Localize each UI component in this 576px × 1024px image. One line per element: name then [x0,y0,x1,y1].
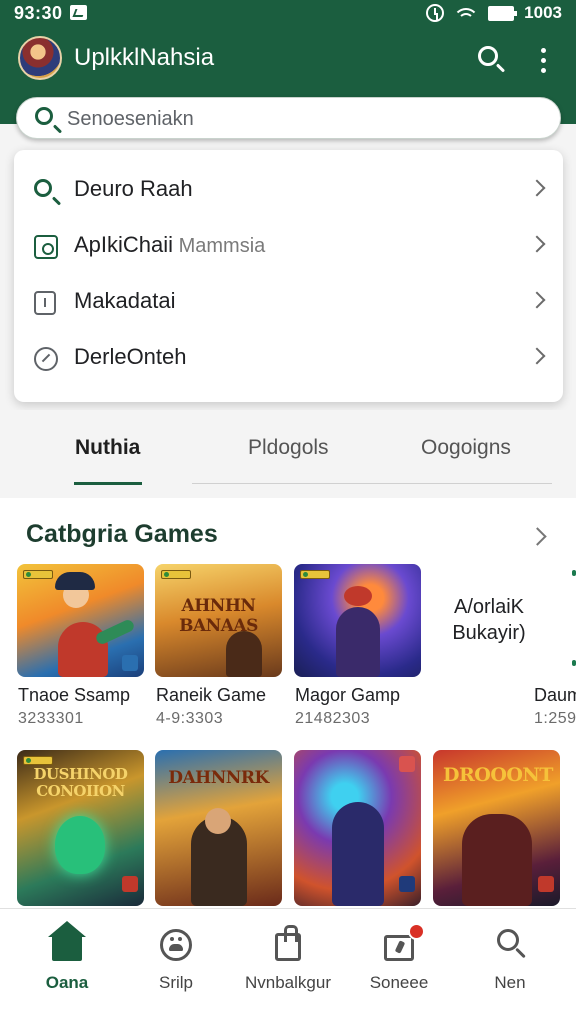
bag-icon [271,925,305,961]
nav-label: Soneee [369,973,429,992]
promo-line: A/orlaiK [453,596,525,618]
notification-icon [70,5,87,20]
badge-icon [23,756,53,765]
game-meta: 3233301 [18,710,84,727]
corner-badge-icon [122,876,138,892]
alarm-icon [426,4,445,22]
game-meta: 4-9:3303 [156,710,224,727]
chevron-right-icon [528,235,546,253]
chevron-right-icon[interactable] [528,527,547,546]
battery-level: 1003 [524,3,562,22]
section-title: Catbgria Games [26,520,218,548]
indicator-dot [572,660,576,666]
search-icon [493,927,527,961]
chevron-right-icon [528,179,546,197]
overflow-menu-button[interactable] [526,42,560,76]
suggestion-label: DerleOnteh [74,344,187,369]
app-icon [34,235,58,259]
nav-library[interactable]: Nvnbalkgur [233,923,343,1003]
suggestion-item[interactable]: Makadatai [14,274,563,330]
search-icon [478,46,498,66]
game-card-image[interactable]: DROOONT [433,750,560,906]
tab-oogoigns[interactable]: Oogoigns [421,436,511,460]
promo-card[interactable]: A/orlaiK Bukayir) [434,594,544,646]
suggestion-label: Makadatai [74,288,176,313]
game-card-image[interactable] [294,750,421,906]
tab-nuthia[interactable]: Nuthia [75,436,140,460]
nav-label: Nen [494,973,526,992]
chevron-right-icon [528,347,546,365]
battery-icon [488,5,518,21]
suggestion-item[interactable]: Deuro Raah [14,162,563,218]
game-meta: 1:259 [534,710,576,727]
more-vert-icon [540,48,546,53]
corner-badge-icon [399,756,415,772]
divider [192,483,552,484]
corner-badge-icon [399,876,415,892]
wifi-icon [454,4,479,22]
tab-indicator [74,482,142,485]
key-icon [34,291,56,315]
game-art-title: AHNHN BANAAS [179,596,258,636]
avatar[interactable] [18,36,62,80]
status-icons: 1003 [426,3,562,23]
game-title[interactable]: Raneik Game [156,685,266,706]
search-input[interactable]: Senoeseniakn [16,97,561,139]
games-section: Catbgria Games AHNHN BANAAS A/orlaiK Buk… [0,498,576,908]
notification-dot [408,923,425,940]
app-title: UplkklNahsia [74,44,215,71]
game-card-image[interactable]: DAHNNRK [155,750,282,906]
nav-home[interactable]: Oana [12,921,122,1003]
suggestion-item[interactable]: DerleOnteh [14,330,563,386]
suggestion-label: ApIkiChaii Mammsia [74,232,266,257]
search-icon [35,107,53,125]
game-card-image[interactable]: DUSHINOD CONOIION [17,750,144,906]
nav-search[interactable]: Nen [455,923,565,1003]
search-icon [34,179,58,203]
nav-apps[interactable]: Soneee [344,923,454,1003]
game-art-title: DUSHINOD CONOIION [33,765,128,800]
game-meta: 21482303 [295,710,371,727]
game-art-title: DAHNNRK [168,768,269,788]
gamepad-icon [159,927,193,961]
status-time: 93:30 [14,3,63,23]
nav-label: Srilp [158,973,193,992]
search-suggestions: Deuro Raah ApIkiChaii Mammsia Makadatai … [14,150,563,402]
search-placeholder: Senoeseniakn [67,108,194,130]
game-card-image[interactable]: AHNHN BANAAS [155,564,282,677]
nav-label: Oana [45,973,89,992]
header-search-button[interactable] [474,42,508,76]
promo-line: Bukayir) [452,622,526,644]
tab-pldogols[interactable]: Pldogols [248,436,329,460]
corner-badge-icon [122,655,138,671]
game-title[interactable]: Tnaoe Ssamp [18,685,130,706]
nav-label: Nvnbalkgur [245,973,331,992]
badge-icon [161,570,191,579]
game-art-title: DROOONT [443,764,553,786]
suggestion-item[interactable]: ApIkiChaii Mammsia [14,218,563,274]
badge-icon [23,570,53,579]
game-card-image[interactable] [294,564,421,677]
status-bar: 93:30 1003 [0,0,576,26]
bottom-navigation: Oana Srilp Nvnbalkgur Soneee Nen [0,908,576,1024]
apps-icon [382,923,425,961]
compass-icon [34,347,58,371]
tab-bar: Nuthia Pldogols Oogoigns [0,410,576,498]
game-title[interactable]: Daum [534,685,576,706]
corner-badge-icon [538,876,554,892]
badge-icon [300,570,330,579]
nav-games[interactable]: Srilp [121,923,231,1003]
indicator-dot [572,570,576,576]
suggestion-label: Deuro Raah [74,176,193,201]
game-card-image[interactable] [17,564,144,677]
home-icon [48,921,86,961]
chevron-right-icon [528,291,546,309]
game-title[interactable]: Magor Gamp [295,685,400,706]
